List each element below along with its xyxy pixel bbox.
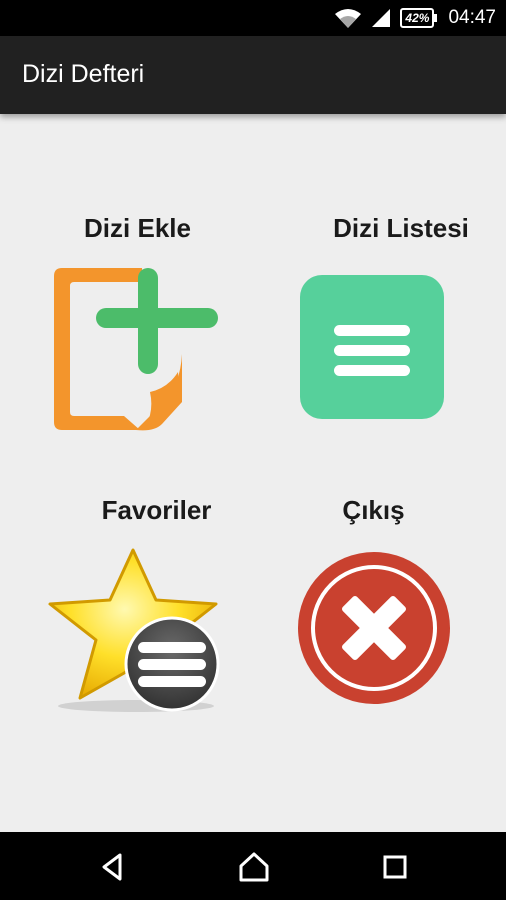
exit-cross-icon[interactable] (297, 551, 451, 705)
home-icon[interactable] (237, 850, 271, 884)
status-clock: 04:47 (448, 7, 496, 28)
recents-icon[interactable] (378, 850, 412, 884)
add-series-label[interactable]: Dizi Ekle (60, 213, 215, 244)
series-list-label[interactable]: Dizi Listesi (315, 213, 487, 244)
favorites-label[interactable]: Favoriler (84, 495, 229, 526)
back-icon[interactable] (96, 850, 130, 884)
signal-icon (372, 9, 391, 27)
status-icons: 42% 04:47 (334, 0, 496, 36)
navigation-bar (0, 832, 506, 900)
exit-label[interactable]: Çıkış (316, 495, 431, 526)
wifi-icon (335, 9, 362, 28)
list-icon[interactable] (300, 275, 444, 419)
app-title: Dizi Defteri (22, 60, 145, 88)
status-bar: 42% 04:47 (0, 0, 506, 36)
battery-level: 42% (400, 8, 438, 28)
app-bar: Dizi Defteri (0, 36, 506, 114)
add-document-icon[interactable] (50, 262, 222, 434)
star-list-icon[interactable] (48, 546, 223, 716)
